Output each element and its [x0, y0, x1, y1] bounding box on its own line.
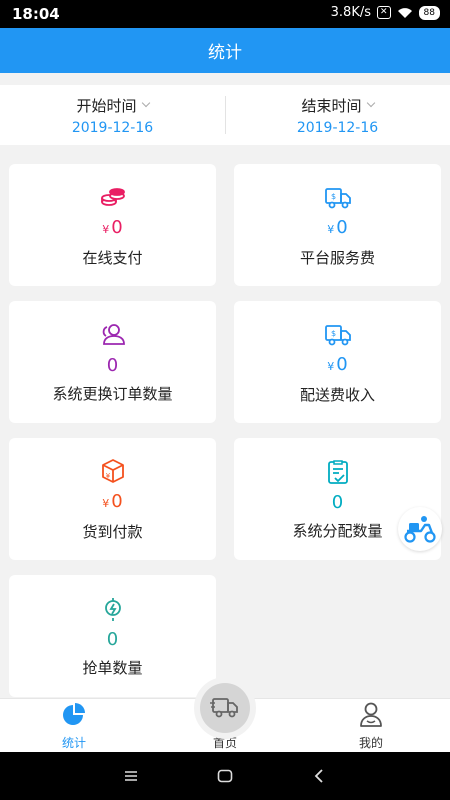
stat-value: ¥0	[327, 216, 348, 238]
floating-scooter-button[interactable]	[398, 507, 442, 551]
date-divider	[225, 96, 226, 134]
delivery-truck-icon: $	[324, 324, 351, 345]
grab-order-icon	[104, 597, 121, 621]
package-icon: ¥	[101, 458, 124, 483]
pie-chart-icon	[63, 703, 85, 725]
users-icon	[102, 323, 125, 345]
stat-card-order-swap-count[interactable]: 0 系统更换订单数量	[9, 301, 216, 423]
title-bar: 统计	[0, 28, 450, 73]
home-icon[interactable]	[215, 766, 235, 786]
network-speed: 3.8K/s	[330, 5, 371, 20]
back-icon[interactable]	[309, 766, 329, 786]
status-right: 3.8K/s ✕ 88	[331, 5, 440, 20]
end-date-value: 2019-12-16	[296, 119, 379, 136]
stat-label: 配送费收入	[299, 385, 375, 404]
svg-text:¥: ¥	[105, 472, 110, 480]
tab-label: 统计	[61, 736, 86, 750]
end-date-label: 结束时间	[301, 96, 362, 115]
stat-value: 0	[106, 354, 119, 376]
system-nav-bar	[0, 752, 450, 800]
svg-text:$: $	[330, 329, 335, 338]
scooter-icon	[404, 516, 436, 543]
start-date-value: 2019-12-16	[71, 119, 154, 136]
battery-icon: 88	[418, 5, 440, 20]
chevron-down-icon	[141, 98, 150, 108]
stat-card-cash-on-delivery[interactable]: ¥ ¥0 货到付款	[9, 438, 216, 560]
tab-mine[interactable]: 我的	[321, 699, 421, 753]
status-bar: 18:04 3.8K/s ✕ 88	[0, 0, 450, 28]
status-time: 18:04	[12, 5, 60, 23]
stat-value: 0	[106, 628, 119, 650]
end-date-picker[interactable]: 结束时间 2019-12-16	[225, 85, 450, 145]
stat-label: 平台服务费	[299, 248, 375, 267]
svg-text:$: $	[330, 192, 335, 201]
start-date-picker[interactable]: 开始时间 2019-12-16	[0, 85, 225, 145]
clipboard-check-icon	[327, 459, 348, 484]
stat-label: 系统更换订单数量	[52, 384, 173, 403]
stat-card-grab-order-count[interactable]: 0 抢单数量	[9, 575, 216, 697]
stat-card-online-payment[interactable]: ¥0 在线支付	[9, 164, 216, 286]
chevron-down-icon	[366, 98, 375, 108]
tab-statistics[interactable]: 统计	[24, 699, 124, 753]
stat-card-platform-fee[interactable]: $ ¥0 平台服务费	[234, 164, 441, 286]
stat-label: 在线支付	[82, 248, 143, 267]
stat-label: 系统分配数量	[292, 521, 383, 540]
stat-label: 抢单数量	[82, 658, 143, 677]
stat-value: ¥0	[327, 353, 348, 375]
wifi-icon	[397, 7, 412, 18]
stat-label: 货到付款	[82, 522, 143, 541]
delivery-truck-icon: $	[324, 187, 351, 208]
truck-icon	[210, 698, 238, 718]
stat-value: ¥0	[102, 216, 123, 238]
tab-label: 我的	[358, 736, 383, 750]
sim-icon: ✕	[377, 6, 391, 19]
menu-icon[interactable]	[121, 766, 141, 786]
stat-card-delivery-fee-income[interactable]: $ ¥0 配送费收入	[234, 301, 441, 423]
stat-value: 0	[331, 491, 344, 513]
start-date-label: 开始时间	[76, 96, 137, 115]
stat-value: ¥0	[102, 490, 123, 512]
home-center-button[interactable]	[194, 677, 256, 739]
user-icon	[360, 702, 382, 727]
page-title: 统计	[208, 43, 242, 63]
coins-icon	[100, 187, 125, 206]
